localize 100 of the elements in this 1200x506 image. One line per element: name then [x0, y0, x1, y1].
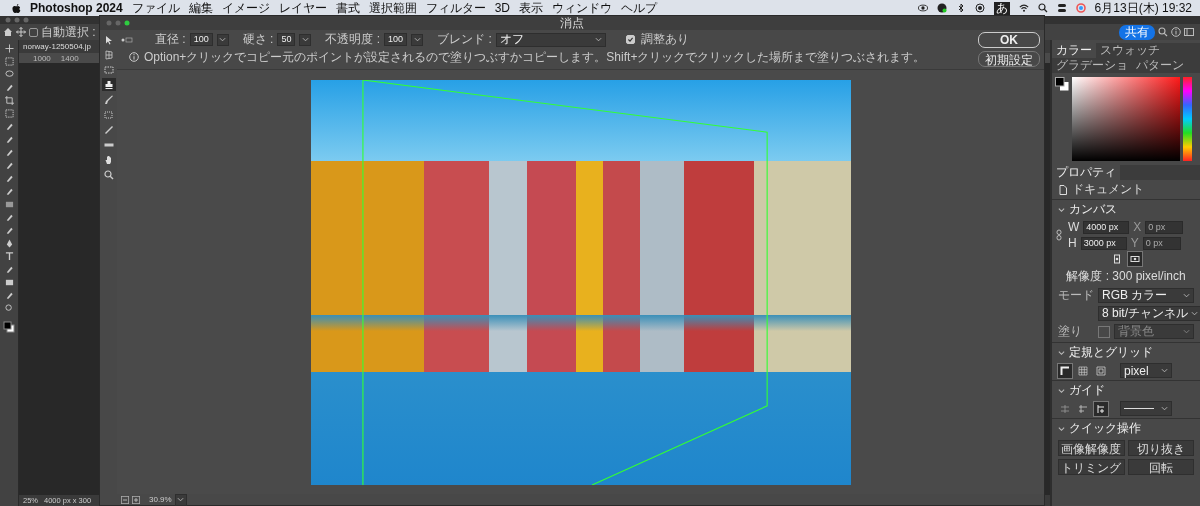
- app-menu[interactable]: Photoshop 2024: [30, 1, 123, 15]
- user-badge-icon[interactable]: [936, 3, 947, 13]
- crop-icon[interactable]: [4, 96, 14, 105]
- dropdown-button[interactable]: [216, 33, 229, 46]
- landscape-icon[interactable]: [1128, 252, 1142, 266]
- grid-icon[interactable]: [1076, 363, 1090, 378]
- caret-icon: [1161, 406, 1168, 411]
- fill-swatch[interactable]: [1098, 325, 1110, 338]
- panel-tab[interactable]: グラデーショ: [1052, 58, 1132, 73]
- menu-item[interactable]: 表示: [519, 0, 544, 17]
- menu-item[interactable]: レイヤー: [278, 0, 327, 17]
- menu-item[interactable]: イメージ: [221, 0, 270, 17]
- panel-tab[interactable]: プロパティ: [1052, 165, 1120, 180]
- control-center-icon[interactable]: [1056, 3, 1067, 13]
- color-swatches-icon[interactable]: [3, 321, 15, 333]
- zoom-out-icon[interactable]: [121, 495, 129, 504]
- pen-icon[interactable]: [4, 239, 14, 248]
- option-value-field[interactable]: 100: [384, 33, 408, 46]
- window-controls-icon[interactable]: [106, 20, 132, 26]
- foreground-background-swatch-icon[interactable]: [1055, 77, 1069, 91]
- ok-button[interactable]: OK: [978, 32, 1040, 48]
- menu-item[interactable]: 編集: [188, 0, 213, 17]
- quick-action-button[interactable]: 画像解像度: [1058, 440, 1125, 456]
- caret-icon: [1191, 311, 1198, 316]
- info-icon: [129, 52, 139, 62]
- colorful-circle-icon[interactable]: [1075, 3, 1086, 13]
- panel-tab[interactable]: スウォッチ: [1096, 43, 1164, 58]
- perspective-grid-drawing[interactable]: [361, 79, 768, 485]
- panel-tab[interactable]: パターン: [1132, 58, 1188, 73]
- menu-item[interactable]: 選択範囲: [368, 0, 417, 17]
- heal-checkbox[interactable]: [625, 35, 635, 44]
- reset-button[interactable]: 初期設定: [978, 51, 1040, 67]
- height-field[interactable]: 3000 px: [1080, 236, 1127, 250]
- color-gradient-field[interactable]: [1072, 77, 1180, 161]
- lasso-icon[interactable]: [4, 70, 14, 79]
- photo-placeholder[interactable]: [310, 79, 851, 485]
- brush-icon[interactable]: [4, 148, 14, 157]
- text-tool-icon[interactable]: [4, 252, 14, 261]
- dropdown-button[interactable]: [299, 33, 312, 46]
- wifi-icon[interactable]: [1018, 3, 1029, 13]
- guide-style-dropdown[interactable]: [1120, 401, 1172, 416]
- search-icon[interactable]: [1037, 3, 1048, 13]
- caret-icon: [1161, 368, 1168, 373]
- ruler-corner-icon[interactable]: [1058, 363, 1072, 378]
- fill-label: 塗り: [1058, 323, 1083, 340]
- document-type-label: ドキュメント: [1072, 181, 1144, 198]
- search-icon[interactable]: [1158, 27, 1168, 37]
- option-value-field[interactable]: 100: [189, 33, 213, 46]
- dialog-title: 消点: [560, 14, 584, 32]
- apple-icon[interactable]: [12, 2, 21, 14]
- x-label: X: [1133, 220, 1142, 234]
- pointer-icon: [103, 34, 114, 45]
- chevron-icon: [1058, 387, 1065, 394]
- move-icon[interactable]: [4, 44, 14, 53]
- section-header[interactable]: 定規とグリッド: [1052, 343, 1200, 362]
- brush-preset-icon[interactable]: [121, 36, 133, 43]
- document-tab[interactable]: norway-1250504.jp: [23, 42, 92, 51]
- smart-guides-icon[interactable]: [1094, 401, 1108, 416]
- menu-item[interactable]: フィルター: [425, 0, 486, 17]
- width-field[interactable]: 4000 px: [1083, 220, 1130, 234]
- panel-tab[interactable]: カラー: [1052, 43, 1096, 58]
- caret-icon: [219, 37, 227, 42]
- option-value-field[interactable]: 50: [277, 33, 296, 46]
- menu-item[interactable]: 3D: [494, 1, 511, 15]
- menu-item[interactable]: ヘルプ: [621, 0, 658, 17]
- panel-layout-icon[interactable]: [1184, 27, 1194, 37]
- home-icon[interactable]: [3, 27, 13, 37]
- color-mode-dropdown[interactable]: RGB カラー: [1098, 288, 1194, 303]
- rectangle-icon[interactable]: [4, 278, 14, 287]
- auto-select-checkbox[interactable]: [29, 27, 38, 37]
- caret-icon: [301, 37, 309, 42]
- move-icon[interactable]: [16, 27, 26, 37]
- zoom-in-icon[interactable]: [132, 495, 140, 504]
- quick-action-button[interactable]: トリミング: [1058, 459, 1125, 475]
- dashed-rectangle-icon[interactable]: [4, 57, 14, 66]
- dropdown-button[interactable]: [411, 33, 424, 46]
- bit-depth-dropdown[interactable]: 8 bit/チャンネル: [1098, 306, 1200, 321]
- quick-action-button[interactable]: 回転: [1127, 459, 1194, 475]
- eye-icon[interactable]: [917, 3, 928, 13]
- resolution-text: 解像度 : 300 pixel/inch: [1066, 268, 1186, 285]
- quick-action-button[interactable]: 切り抜き: [1127, 440, 1194, 456]
- blend-label: ブレンド :: [437, 31, 492, 48]
- grid-plane-icon: [103, 49, 114, 60]
- record-icon[interactable]: [974, 3, 985, 13]
- frame-icon[interactable]: [4, 109, 14, 118]
- link-icon[interactable]: [1056, 229, 1062, 241]
- help-icon[interactable]: [1171, 27, 1181, 37]
- pixel-grid-icon[interactable]: [1094, 363, 1108, 378]
- unit-dropdown[interactable]: pixel: [1120, 363, 1172, 378]
- section-header[interactable]: ガイド: [1052, 381, 1200, 400]
- ruler-mark: 1000: [33, 53, 51, 63]
- section-header[interactable]: カンバス: [1052, 200, 1200, 219]
- menu-item[interactable]: 書式: [335, 0, 360, 17]
- menu-item[interactable]: ファイル: [131, 0, 180, 17]
- blend-mode-dropdown[interactable]: オフ: [495, 32, 606, 47]
- share-button[interactable]: 共有: [1119, 24, 1155, 40]
- menu-item[interactable]: ウィンドウ: [552, 0, 613, 17]
- input-mode-indicator[interactable]: あ: [993, 1, 1010, 15]
- section-header[interactable]: クイック操作: [1052, 419, 1200, 438]
- caret-icon: [1183, 293, 1190, 298]
